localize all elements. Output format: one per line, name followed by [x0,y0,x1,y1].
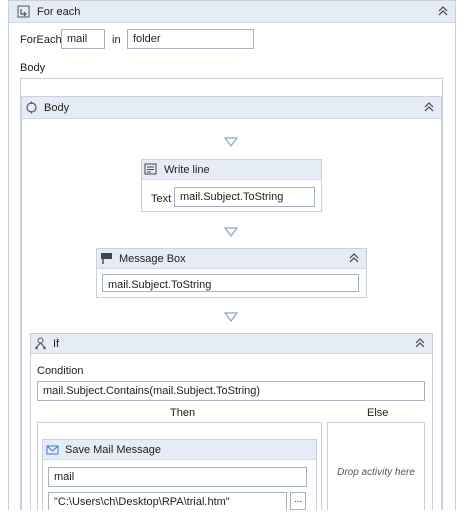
if-title: If [53,338,60,350]
drop-arrow-icon[interactable] [224,137,238,147]
condition-label: Condition [37,365,84,377]
save-mail-title: Save Mail Message [65,444,161,456]
collapse-icon[interactable] [414,337,426,349]
message-box-header[interactable]: Message Box [97,249,366,269]
body-label: Body [20,62,46,74]
save-mail-header[interactable]: Save Mail Message [43,440,316,460]
write-line-header[interactable]: Write line [142,160,321,180]
foreach-icon [17,5,30,18]
else-drop-zone[interactable]: Drop activity here [327,422,425,522]
write-line-title: Write line [164,164,210,176]
collapse-icon[interactable] [423,101,435,113]
else-label: Else [367,407,389,419]
foreach-header[interactable]: For each [9,1,455,23]
drop-hint: Drop activity here [337,467,415,478]
if-header[interactable]: If [31,334,432,354]
in-label: in [112,34,121,46]
message-box-input[interactable]: mail.Subject.ToString [102,274,359,292]
foreach-title: For each [37,6,81,18]
browse-button[interactable]: ... [290,492,306,510]
body-sequence-title: Body [44,102,70,114]
mail-icon [46,445,59,455]
canvas-bottom [0,510,474,522]
message-box-icon [101,253,112,264]
sequence-icon [26,101,37,114]
save-mail-message-input[interactable]: mail [48,467,307,487]
drop-arrow-icon[interactable] [224,227,238,237]
if-icon [35,337,46,350]
write-line-icon [144,163,157,175]
save-mail-path-input[interactable]: "C:\Users\ch\Desktop\RPA\trial.htm" [48,492,287,512]
condition-input[interactable]: mail.Subject.Contains(mail.Subject.ToStr… [37,381,425,401]
drop-arrow-icon[interactable] [224,312,238,322]
then-label: Then [170,407,196,419]
write-line-text-input[interactable]: mail.Subject.ToString [174,187,315,207]
foreach-label: ForEach [20,34,62,46]
foreach-item-input[interactable]: mail [61,29,105,49]
body-sequence-header[interactable]: Body [22,97,441,119]
foreach-collection-input[interactable]: folder [127,29,254,49]
write-line-text-label: Text [151,193,172,205]
message-box-title: Message Box [119,253,186,265]
collapse-icon[interactable] [437,5,449,17]
collapse-icon[interactable] [348,252,360,264]
